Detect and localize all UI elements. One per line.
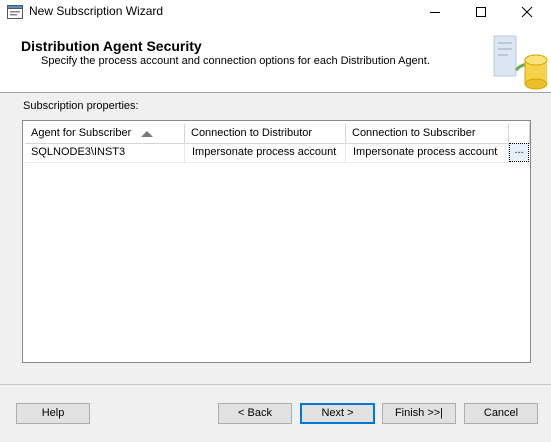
database-sync-icon <box>493 35 548 90</box>
title-bar: New Subscription Wizard <box>0 0 551 24</box>
wizard-app-icon <box>7 5 23 19</box>
page-title: Distribution Agent Security <box>21 38 202 54</box>
subscriber-connection-cell[interactable]: Impersonate process account <box>346 143 509 163</box>
agent-cell[interactable]: SQLNODE3\INST3 <box>25 143 185 163</box>
footer-divider <box>0 384 551 385</box>
column-header-action <box>509 124 530 144</box>
window-title: New Subscription Wizard <box>29 4 164 18</box>
column-header-label: Connection to Subscriber <box>352 127 476 139</box>
subscription-properties-label: Subscription properties: <box>23 100 139 112</box>
edit-security-ellipsis-button[interactable]: ... <box>509 143 529 162</box>
sort-ascending-icon <box>141 131 153 137</box>
distributor-connection-cell[interactable]: Impersonate process account <box>185 143 346 163</box>
finish-button[interactable]: Finish >>| <box>382 403 456 424</box>
cancel-button[interactable]: Cancel <box>464 403 538 424</box>
column-header-subscriber[interactable]: Connection to Subscriber <box>346 124 509 144</box>
minimize-button[interactable] <box>412 0 458 24</box>
column-header-label: Connection to Distributor <box>191 127 313 139</box>
help-button[interactable]: Help <box>16 403 90 424</box>
back-button[interactable]: < Back <box>218 403 292 424</box>
subscription-grid[interactable]: Agent for Subscriber Connection to Distr… <box>22 120 531 363</box>
minimize-icon <box>430 12 440 13</box>
page-subtitle: Specify the process account and connecti… <box>41 55 430 67</box>
column-header-label: Agent for Subscriber <box>31 127 132 139</box>
wizard-header: Distribution Agent Security Specify the … <box>0 24 551 93</box>
close-button[interactable] <box>504 0 550 24</box>
close-icon <box>521 6 533 18</box>
next-button[interactable]: Next > <box>300 403 375 424</box>
column-header-distributor[interactable]: Connection to Distributor <box>185 124 346 144</box>
maximize-icon <box>476 7 486 17</box>
column-header-agent[interactable]: Agent for Subscriber <box>25 124 185 144</box>
maximize-button[interactable] <box>458 0 504 24</box>
